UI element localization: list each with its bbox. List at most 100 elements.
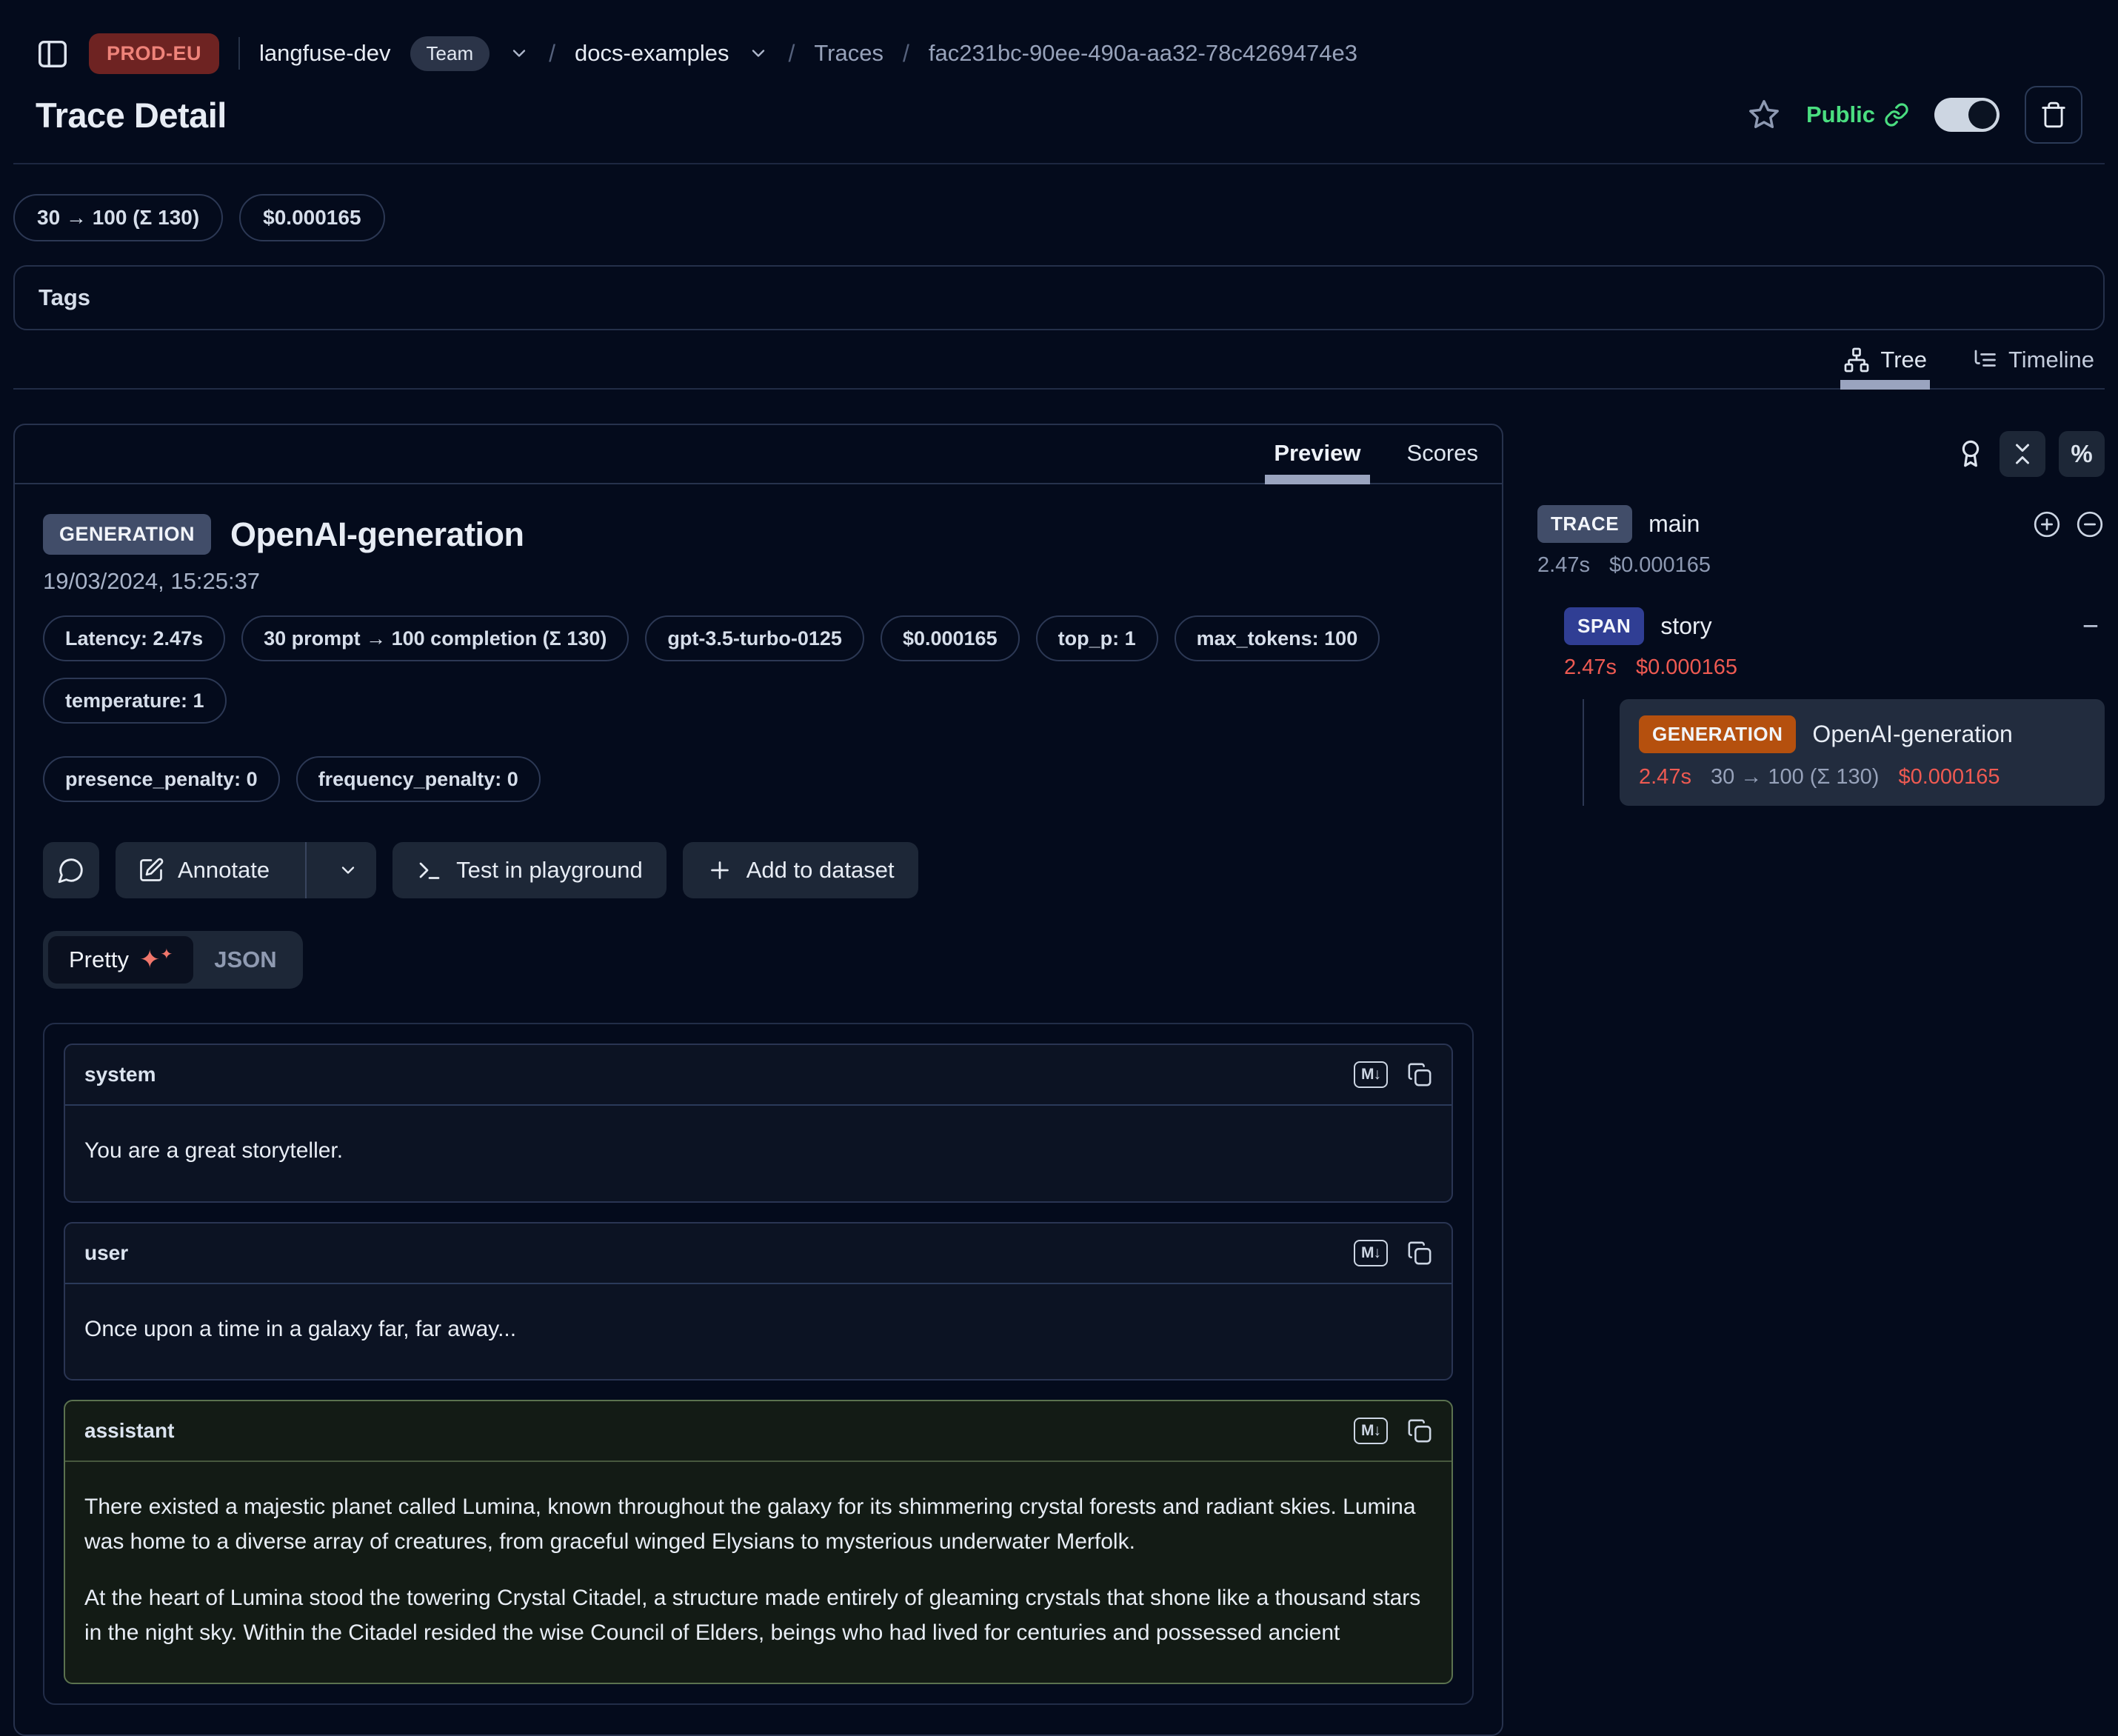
message-header: user M↓ (65, 1223, 1451, 1283)
token-usage-badge[interactable]: 30 prompt → 100 completion (Σ 130) (241, 615, 629, 661)
top-p-badge[interactable]: top_p: 1 (1036, 615, 1158, 661)
observation-timestamp: 19/03/2024, 15:25:37 (43, 568, 1474, 595)
max-tokens-badge[interactable]: max_tokens: 100 (1175, 615, 1380, 661)
generation-metrics: 2.47s 30 → 100 (Σ 130) $0.000165 (1639, 765, 2085, 789)
environment-badge[interactable]: PROD-EU (89, 33, 219, 74)
plus-circle-icon[interactable] (2032, 510, 2062, 539)
message-role: assistant (84, 1419, 174, 1443)
tab-tree[interactable]: Tree (1840, 347, 1930, 388)
tab-tree-label: Tree (1880, 347, 1927, 373)
span-latency: 2.47s (1564, 655, 1617, 680)
page-title: Trace Detail (36, 95, 227, 136)
pretty-label: Pretty (69, 947, 129, 973)
observation-title-row: GENERATION OpenAI-generation (43, 514, 1474, 555)
breadcrumb-org[interactable]: langfuse-dev (259, 40, 391, 67)
annotate-main[interactable]: Annotate (116, 842, 292, 898)
observation-badges: Latency: 2.47s 30 prompt → 100 completio… (43, 615, 1474, 802)
cost-badge[interactable]: $0.000165 (239, 194, 384, 241)
delete-trace-button[interactable] (2025, 86, 2082, 144)
sidebar-toggle-button[interactable] (36, 36, 70, 70)
annotate-dropdown[interactable] (320, 842, 376, 898)
copy-icon[interactable] (1407, 1062, 1432, 1087)
collapse-all-button[interactable] (2000, 431, 2045, 477)
public-toggle[interactable] (1934, 98, 2000, 132)
breadcrumb-trace-id: fac231bc-90ee-490a-aa32-78c4269474e3 (929, 40, 1357, 67)
generation-name: OpenAI-generation (1812, 721, 2012, 748)
comment-icon (57, 856, 85, 884)
observation-body: GENERATION OpenAI-generation 19/03/2024,… (15, 484, 1502, 1735)
chevron-down-icon[interactable] (509, 43, 530, 64)
timeline-icon (1971, 347, 1998, 373)
format-toggle: Pretty ✦✦ JSON (43, 931, 303, 989)
chevron-down-icon (338, 860, 358, 881)
breadcrumb-separator: / (788, 40, 795, 67)
model-badge[interactable]: gpt-3.5-turbo-0125 (645, 615, 864, 661)
span-type-badge: SPAN (1564, 607, 1644, 645)
tree-icon (1843, 347, 1870, 373)
generation-cost: $0.000165 (1898, 765, 2000, 789)
tab-scores[interactable]: Scores (1403, 425, 1483, 483)
title-actions: Public (1747, 86, 2082, 144)
tree-connector-line (1583, 699, 1584, 806)
minus-circle-icon[interactable] (2075, 510, 2105, 539)
annotate-pen-icon (138, 857, 164, 884)
observation-title: OpenAI-generation (230, 515, 524, 554)
copy-icon[interactable] (1407, 1418, 1432, 1443)
span-cost: $0.000165 (1636, 655, 1737, 680)
collapse-node-icon[interactable]: − (2082, 612, 2105, 641)
presence-penalty-badge[interactable]: presence_penalty: 0 (43, 756, 280, 802)
message-header-icons: M↓ (1354, 1240, 1432, 1266)
messages-container: system M↓ You are a great storyteller. (43, 1023, 1474, 1705)
test-in-playground-button[interactable]: Test in playground (392, 842, 667, 898)
tab-timeline-label: Timeline (2008, 347, 2094, 373)
trace-name: main (1648, 510, 1700, 538)
tab-preview[interactable]: Preview (1269, 425, 1365, 483)
span-children: GENERATION OpenAI-generation 2.47s 30 → … (1583, 699, 2105, 806)
content-area: Preview Scores GENERATION OpenAI-generat… (13, 424, 2105, 1736)
latency-badge[interactable]: Latency: 2.47s (43, 615, 225, 661)
copy-icon[interactable] (1407, 1241, 1432, 1266)
generation-node-row: GENERATION OpenAI-generation (1639, 715, 2085, 753)
add-to-dataset-button[interactable]: Add to dataset (683, 842, 918, 898)
actions-row: Annotate Test in playgroun (43, 842, 1474, 898)
dataset-label: Add to dataset (746, 857, 895, 884)
span-node[interactable]: SPAN story − (1564, 607, 2105, 645)
generation-node-selected[interactable]: GENERATION OpenAI-generation 2.47s 30 → … (1620, 699, 2105, 806)
markdown-toggle-icon[interactable]: M↓ (1354, 1240, 1388, 1266)
markdown-toggle-icon[interactable]: M↓ (1354, 1418, 1388, 1444)
token-usage-badge[interactable]: 30 → 100 (Σ 130) (13, 194, 223, 241)
playground-label: Test in playground (456, 857, 643, 884)
tab-timeline[interactable]: Timeline (1968, 347, 2097, 388)
breadcrumb-project[interactable]: docs-examples (575, 40, 729, 67)
annotate-button[interactable]: Annotate (116, 842, 376, 898)
toggle-knob (1968, 101, 1997, 129)
observation-type-badge: GENERATION (43, 514, 211, 555)
generation-type-badge: GENERATION (1639, 715, 1796, 753)
panel-left-icon (36, 36, 70, 70)
tags-container[interactable]: Tags (13, 265, 2105, 330)
star-icon[interactable] (1747, 98, 1781, 132)
title-row: Trace Detail Public (13, 81, 2105, 144)
format-pretty[interactable]: Pretty ✦✦ (48, 936, 193, 984)
trash-icon (2040, 101, 2068, 129)
metrics-toggle-button[interactable]: % (2059, 431, 2105, 477)
markdown-toggle-icon[interactable]: M↓ (1354, 1061, 1388, 1088)
trace-metrics: 2.47s $0.000165 (1537, 553, 2105, 578)
temperature-badge[interactable]: temperature: 1 (43, 678, 227, 724)
format-json[interactable]: JSON (193, 936, 297, 984)
breadcrumb-section[interactable]: Traces (814, 40, 883, 67)
generation-tokens: 30 → 100 (Σ 130) (1711, 765, 1880, 789)
comment-button[interactable] (43, 842, 99, 898)
message-user: user M↓ Once upon a time in a galaxy far… (64, 1222, 1453, 1381)
span-metrics: 2.47s $0.000165 (1564, 655, 2105, 680)
cost-badge[interactable]: $0.000165 (881, 615, 1020, 661)
public-link[interactable]: Public (1806, 101, 1909, 128)
message-content: You are a great storyteller. (65, 1106, 1451, 1201)
chevron-down-icon[interactable] (748, 43, 769, 64)
award-icon[interactable] (1955, 438, 1986, 470)
divider (238, 37, 240, 70)
message-header-icons: M↓ (1354, 1418, 1432, 1444)
frequency-penalty-badge[interactable]: frequency_penalty: 0 (296, 756, 541, 802)
link-icon (1884, 102, 1909, 127)
trace-node[interactable]: TRACE main (1537, 505, 2105, 543)
